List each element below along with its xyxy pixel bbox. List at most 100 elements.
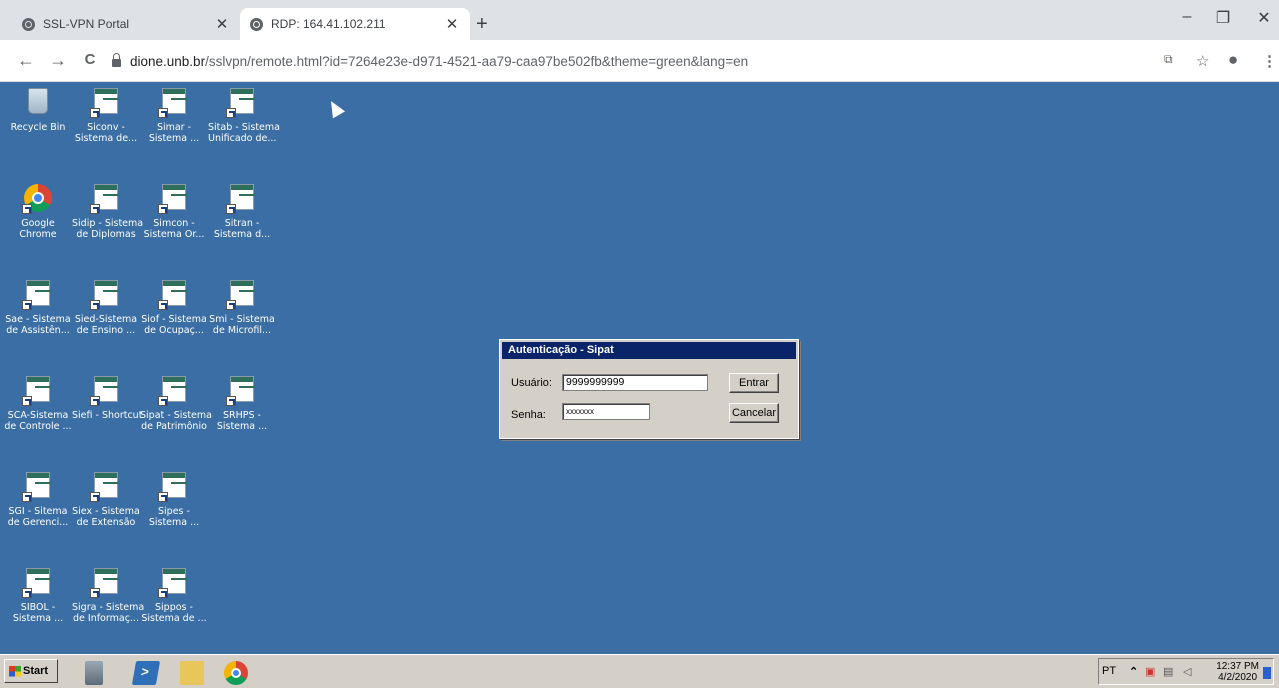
application-shortcut-icon — [226, 374, 258, 406]
powershell-icon[interactable] — [131, 661, 161, 685]
desktop-icon[interactable]: SRHPS - Sistema ... — [208, 374, 276, 432]
account-icon[interactable]: ● — [1228, 50, 1238, 70]
network-icon[interactable]: ▣ — [1145, 665, 1158, 678]
user-label: Usuário: — [511, 377, 552, 389]
desktop-icon[interactable]: Sied-Sistema de Ensino ... — [72, 278, 140, 336]
globe-icon — [250, 17, 263, 31]
desktop-icon[interactable]: Recycle Bin — [4, 86, 72, 133]
application-shortcut-icon — [158, 86, 190, 118]
desktop-icon-label: SRHPS - — [223, 410, 261, 421]
forward-button[interactable]: → — [48, 50, 68, 70]
desktop-icon[interactable]: Sipes - Sistema ... — [140, 470, 208, 528]
tab-ssl-vpn-portal[interactable]: SSL-VPN Portal ✕ — [12, 8, 240, 40]
desktop-icon-label: Sistema ... — [12, 613, 64, 624]
desktop-icon[interactable]: Google Chrome — [4, 182, 72, 240]
desktop-icon-label: Simcon - — [153, 218, 195, 229]
restore-button[interactable]: ❐ — [1208, 8, 1238, 28]
translate-icon[interactable]: ⧉ — [1164, 52, 1173, 67]
minimize-button[interactable]: – — [1172, 8, 1202, 26]
cancel-button[interactable]: Cancelar — [729, 403, 779, 423]
server-manager-icon[interactable] — [85, 661, 103, 685]
desktop-icon[interactable]: Sitran - Sistema d... — [208, 182, 276, 240]
desktop-icon[interactable]: Sidip - Sistema de Diplomas — [72, 182, 144, 240]
back-button[interactable]: ← — [16, 50, 36, 70]
desktop-icon-label: de Assistên... — [6, 325, 70, 336]
volume-icon[interactable]: ◁ — [1183, 665, 1196, 678]
application-shortcut-icon — [90, 374, 122, 406]
application-shortcut-icon — [158, 566, 190, 598]
desktop-icon-label: Siof - Sistema — [141, 314, 207, 325]
application-shortcut-icon — [90, 182, 122, 214]
desktop-icon[interactable]: Siefi - Shortcut — [72, 374, 143, 421]
clock[interactable]: 12:37 PM 4/2/2020 — [1216, 661, 1259, 683]
new-tab-button[interactable]: + — [476, 14, 488, 34]
desktop-icon[interactable]: Sitab - Sistema Unificado de... — [208, 86, 280, 144]
desktop-icon[interactable]: SIBOL - Sistema ... — [4, 566, 72, 624]
clock-date: 4/2/2020 — [1218, 672, 1258, 683]
menu-icon[interactable]: ⋮ — [1262, 52, 1277, 70]
desktop-icon-label: Sitab - Sistema — [208, 122, 280, 133]
desktop-icon[interactable]: Siconv - Sistema de... — [72, 86, 140, 144]
desktop-icon-label: Sistema de... — [74, 133, 138, 144]
desktop-icon[interactable]: Sae - Sistema de Assistên... — [4, 278, 72, 336]
reload-button[interactable]: C — [80, 50, 100, 70]
start-label: Start — [23, 665, 49, 677]
desktop-icon-label: Sae - Sistema — [5, 314, 71, 325]
browser-toolbar: ← → C dione.unb.br/sslvpn/remote.html?id… — [0, 40, 1279, 82]
user-field[interactable]: 9999999999 — [562, 374, 708, 391]
desktop-icon-label: Simar - — [156, 122, 192, 133]
url-host: dione.unb.br — [130, 53, 206, 69]
desktop-icon-label: Siefi - Shortcut — [72, 410, 143, 421]
desktop-icon[interactable]: Sigra - Sistema de Informaç... — [72, 566, 144, 624]
desktop-icon[interactable]: SCA-Sistema de Controle ... — [4, 374, 72, 432]
explorer-icon[interactable] — [180, 661, 204, 685]
tab-close-icon[interactable]: ✕ — [444, 15, 460, 33]
desktop-icon-label: Sistema d... — [213, 229, 271, 240]
application-shortcut-icon — [22, 374, 54, 406]
desktop-icon[interactable]: Siof - Sistema de Ocupaç... — [140, 278, 208, 336]
desktop-icon-label: Sidip - Sistema — [72, 218, 144, 229]
desktop-icon-label: de Ocupaç... — [144, 325, 204, 336]
desktop-icon[interactable]: Simcon - Sistema Or... — [140, 182, 208, 240]
desktop-icon-label: de Diplomas — [76, 229, 136, 240]
desktop-icon-label: SIBOL - — [20, 602, 56, 613]
language-indicator[interactable]: PT — [1102, 665, 1116, 677]
desktop-icon[interactable]: Sipat - Sistema de Patrimônio — [140, 374, 212, 432]
desktop-icon-label: de Microfil... — [212, 325, 272, 336]
desktop-icon-label: Google — [21, 218, 55, 229]
chrome-icon — [22, 182, 54, 214]
desktop-icon-label: Smi - Sistema — [209, 314, 275, 325]
application-shortcut-icon — [22, 278, 54, 310]
close-window-button[interactable]: ✕ — [1249, 8, 1279, 28]
address-bar[interactable]: dione.unb.br/sslvpn/remote.html?id=7264e… — [112, 47, 1142, 75]
start-button[interactable]: Start — [4, 659, 58, 683]
desktop-icon-label: Sippos - — [155, 602, 193, 613]
chrome-icon[interactable] — [224, 661, 248, 685]
desktop-icon-label: SGI - Sitema — [8, 506, 68, 517]
action-center-icon[interactable]: ▤ — [1163, 665, 1176, 678]
application-shortcut-icon — [226, 182, 258, 214]
desktop-icon-label: de Extensão — [76, 517, 136, 528]
desktop-icon-label: Sipes - — [158, 506, 190, 517]
show-desktop-button[interactable] — [1263, 667, 1271, 679]
desktop-icon-label: Chrome — [19, 229, 57, 240]
desktop-icon[interactable]: Siex - Sistema de Extensão — [72, 470, 140, 528]
desktop-icon[interactable]: Sippos - Sistema de ... — [140, 566, 208, 624]
tab-rdp[interactable]: RDP: 164.41.102.211 ✕ — [240, 8, 470, 40]
password-field[interactable]: xxxxxxx — [562, 403, 650, 420]
globe-icon — [22, 17, 35, 31]
system-tray: ⌃ ▣ ▤ ◁ 12:37 PM 4/2/2020 — [1098, 658, 1274, 685]
desktop-icon[interactable]: Simar - Sistema ... — [140, 86, 208, 144]
tray-expand-icon[interactable]: ⌃ — [1129, 665, 1142, 678]
desktop-icon-label: Unificado de... — [208, 133, 277, 144]
desktop-icon[interactable]: Smi - Sistema de Microfil... — [208, 278, 276, 336]
lock-icon — [112, 53, 121, 67]
application-shortcut-icon — [90, 278, 122, 310]
star-icon[interactable]: ☆ — [1196, 52, 1209, 70]
tab-title: RDP: 164.41.102.211 — [271, 17, 386, 31]
clock-time: 12:37 PM — [1216, 661, 1259, 672]
enter-button[interactable]: Entrar — [729, 373, 779, 393]
desktop-icon[interactable]: SGI - Sitema de Gerenci... — [4, 470, 72, 528]
desktop-icon-label: Siconv - — [87, 122, 125, 133]
tab-close-icon[interactable]: ✕ — [214, 15, 230, 33]
